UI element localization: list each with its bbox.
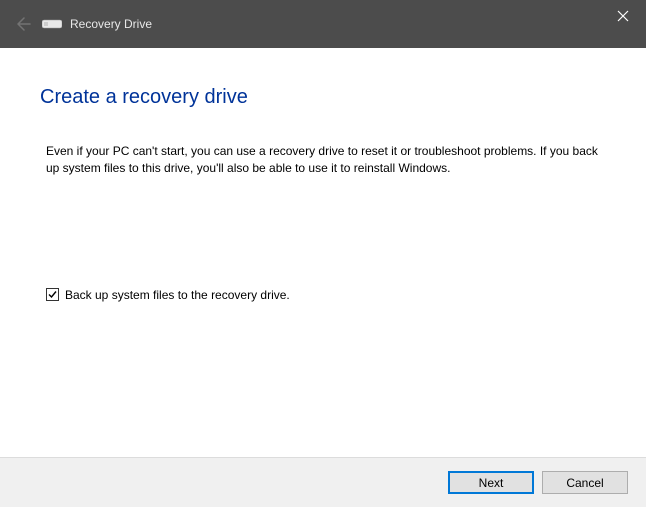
close-icon	[617, 10, 629, 22]
backup-checkbox-row[interactable]: Back up system files to the recovery dri…	[46, 288, 606, 302]
recovery-drive-icon	[42, 17, 62, 31]
backup-checkbox[interactable]	[46, 288, 59, 301]
cancel-button[interactable]: Cancel	[542, 471, 628, 494]
next-button[interactable]: Next	[448, 471, 534, 494]
checkmark-icon	[47, 289, 58, 300]
backup-checkbox-label: Back up system files to the recovery dri…	[65, 288, 290, 302]
footer: Next Cancel	[0, 457, 646, 507]
content-area: Create a recovery drive Even if your PC …	[0, 48, 646, 457]
page-heading: Create a recovery drive	[40, 86, 606, 109]
description-text: Even if your PC can't start, you can use…	[46, 143, 600, 178]
close-button[interactable]	[600, 0, 646, 32]
titlebar: Recovery Drive	[0, 0, 646, 48]
back-arrow-icon	[14, 14, 34, 34]
window-title: Recovery Drive	[70, 17, 152, 31]
